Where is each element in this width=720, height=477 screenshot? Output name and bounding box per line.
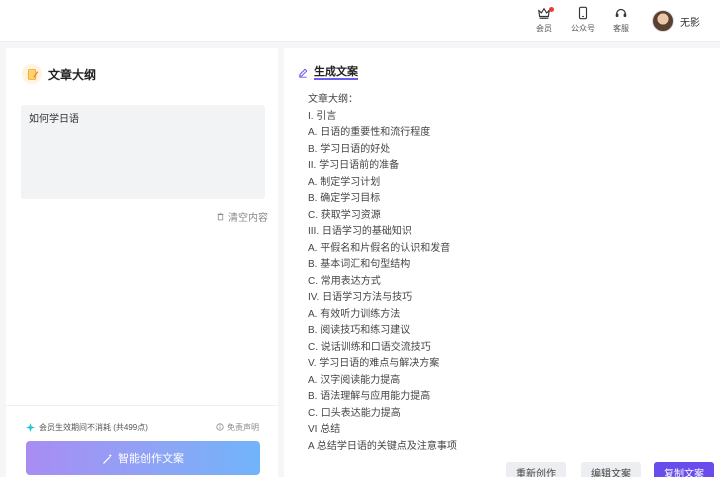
avatar[interactable] <box>652 10 674 32</box>
outline-line: B. 确定学习目标 <box>308 193 381 204</box>
disclaimer-label: 免责声明 <box>227 422 259 432</box>
phone-icon <box>578 6 588 20</box>
outline-line: B. 语法理解与应用能力提高 <box>308 391 431 402</box>
topic-input-value: 如何学日语 <box>29 114 79 125</box>
headset-icon <box>615 8 627 17</box>
outline-line: IV. 日语学习方法与技巧 <box>308 292 413 303</box>
generated-copy-panel: 生成文案 文章大纲： I. 引言 A. 日语的重要性和流行程度 B. 学习日语的好处 I… <box>284 48 720 477</box>
outline-line: B. 阅读技巧和练习建议 <box>308 325 411 336</box>
member-note-text: 会员生效期间不消耗 (共499点) <box>39 422 148 432</box>
official-account-button[interactable]: 公众号 <box>565 6 601 36</box>
customer-service-label: 客服 <box>613 24 629 33</box>
outline-line: A. 制定学习计划 <box>308 176 381 188</box>
generate-label: 智能创作文案 <box>118 453 184 465</box>
outline-line: III. 日语学习的基础知识 <box>308 226 412 237</box>
info-icon <box>216 423 224 431</box>
outline-line: C. 常用表达方式 <box>308 275 381 287</box>
notification-dot <box>549 7 554 12</box>
top-bar: 会员 公众号 客服 无影 <box>0 0 720 42</box>
outline-line: A. 有效听力训练方法 <box>308 308 401 320</box>
customer-service-button[interactable]: 客服 <box>603 6 639 36</box>
topic-input[interactable]: 如何学日语 <box>21 105 265 199</box>
outline-line: A. 平假名和片假名的认识和发音 <box>308 242 451 254</box>
action-bar: 重新创作 编辑文案 复制文案 <box>284 451 720 477</box>
outline-line: V. 学习日语的难点与解决方案 <box>308 358 440 369</box>
outline-line: C. 说话训练和口语交流技巧 <box>308 341 431 353</box>
official-account-label: 公众号 <box>571 24 595 33</box>
divider <box>6 405 278 406</box>
outline-line: B. 基本词汇和句型结构 <box>308 259 411 270</box>
outline-line: I. 引言 <box>308 110 337 122</box>
magic-wand-icon <box>103 453 113 464</box>
disclaimer-link[interactable]: 免责声明 <box>216 421 259 433</box>
diamond-icon <box>26 422 35 432</box>
outline-input-panel: 文章大纲 如何学日语 清空内容 会员生效期间不消耗 (共499点) 免责声明 智… <box>6 48 278 477</box>
pencil-icon <box>299 68 308 78</box>
outline-line: A. 汉字阅读能力提高 <box>308 374 401 386</box>
outline-line: B. 学习日语的好处 <box>308 143 391 155</box>
outline-line: A. 日语的重要性和流行程度 <box>308 127 431 138</box>
user-name: 无影 <box>680 17 700 29</box>
trash-icon <box>217 212 224 220</box>
outline-line: 文章大纲： <box>308 94 358 105</box>
result-title: 生成文案 <box>314 66 358 80</box>
article-outline-icon <box>22 64 42 84</box>
outline-line: VI 总结 <box>308 424 341 435</box>
member-button[interactable]: 会员 <box>526 6 562 36</box>
outline-line: C. 口头表达能力提高 <box>308 407 401 419</box>
clear-content-button[interactable]: 清空内容 <box>216 209 268 224</box>
outline-line: II. 学习日语前的准备 <box>308 160 400 171</box>
generate-button[interactable]: 智能创作文案 <box>26 441 260 475</box>
result-header: 生成文案 <box>298 66 358 80</box>
copy-button[interactable]: 复制文案 <box>654 462 714 477</box>
clear-content-label: 清空内容 <box>228 212 268 224</box>
edit-copy-button[interactable]: 编辑文案 <box>581 462 641 477</box>
outline-line: A 总结学日语的关键点及注意事项 <box>308 440 457 452</box>
regenerate-button[interactable]: 重新创作 <box>506 462 566 477</box>
member-label: 会员 <box>536 24 552 33</box>
panel-header: 文章大纲 <box>22 64 96 84</box>
outline-line: C. 获取学习资源 <box>308 209 381 221</box>
generated-outline: 文章大纲： I. 引言 A. 日语的重要性和流行程度 B. 学习日语的好处 II. 学习… <box>308 92 708 451</box>
user-menu[interactable]: 无影 <box>652 9 700 33</box>
member-note: 会员生效期间不消耗 (共499点) <box>26 421 148 433</box>
panel-title: 文章大纲 <box>48 67 97 82</box>
